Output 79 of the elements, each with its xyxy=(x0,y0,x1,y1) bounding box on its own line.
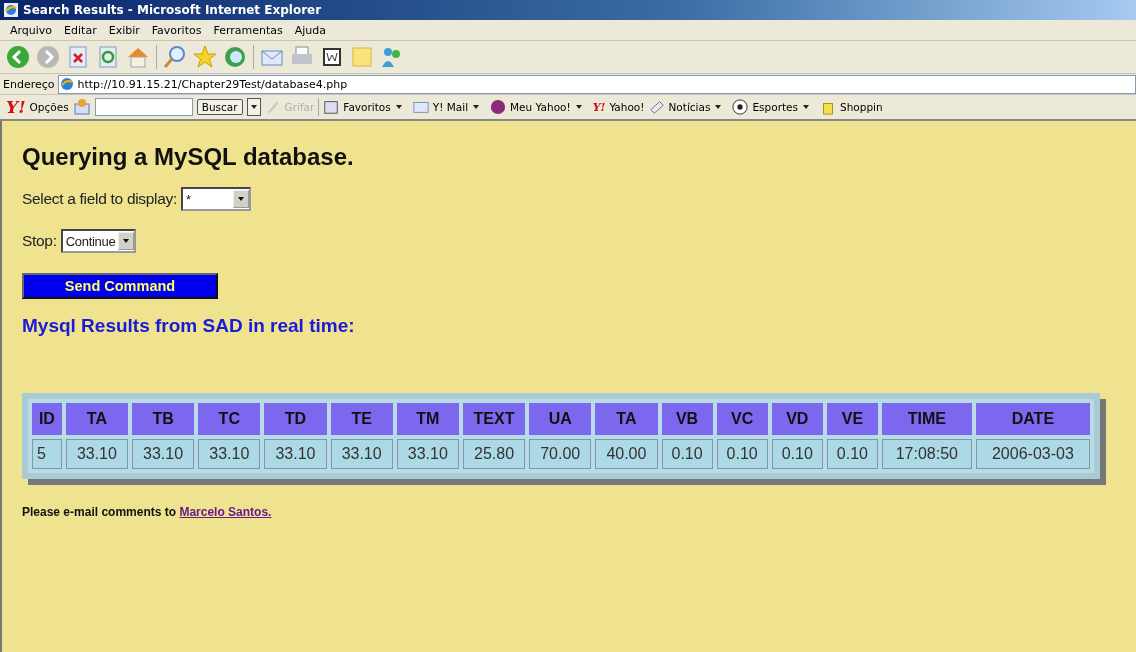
column-header: ID xyxy=(32,403,62,435)
column-header: DATE xyxy=(975,403,1090,435)
document-icon[interactable] xyxy=(320,45,344,69)
stop-icon[interactable] xyxy=(66,45,90,69)
options-button[interactable]: Opções xyxy=(29,101,69,113)
table-cell: 2006-03-03 xyxy=(975,439,1090,469)
column-header: VC xyxy=(716,403,768,435)
table-cell: 0.10 xyxy=(716,439,768,469)
dropdown-button[interactable] xyxy=(246,98,261,116)
table-cell: 33.10 xyxy=(132,439,195,469)
field-select[interactable]: * xyxy=(181,187,252,211)
column-header: VD xyxy=(771,403,823,435)
column-header: TM xyxy=(396,403,459,435)
caret-icon[interactable] xyxy=(574,103,583,111)
toolbar-link[interactable]: Yahoo! xyxy=(609,101,645,113)
table-cell: 33.10 xyxy=(396,439,459,469)
address-field[interactable]: http://10.91.15.21/Chapter29Test/database4.php xyxy=(57,74,1136,94)
table-cell: 70.00 xyxy=(529,439,592,469)
column-header: TC xyxy=(198,403,261,435)
browser-icon xyxy=(3,2,19,18)
column-header: TD xyxy=(264,403,327,435)
menu-item[interactable]: Exibir xyxy=(102,23,146,37)
stop-select[interactable]: Continue xyxy=(60,229,137,253)
column-header: TA xyxy=(65,403,128,435)
stop-label: Stop: xyxy=(22,232,57,250)
caret-icon[interactable] xyxy=(714,103,723,111)
column-header: UA xyxy=(529,403,592,435)
column-header: VB xyxy=(661,403,713,435)
column-header: TEXT xyxy=(462,403,526,435)
star-icon[interactable] xyxy=(193,45,217,69)
menu-item[interactable]: Arquivo xyxy=(4,23,59,37)
caret-icon[interactable] xyxy=(394,103,403,111)
address-label: Endereço xyxy=(3,77,55,91)
table-cell: 5 xyxy=(32,439,62,469)
menu-item[interactable]: Ajuda xyxy=(288,23,333,37)
toolbar-link[interactable]: Notícias xyxy=(668,101,711,113)
toolbar-link[interactable]: Esportes xyxy=(752,101,798,113)
results-heading: Mysql Results from SAD in real time: xyxy=(22,315,356,337)
table-cell: 33.10 xyxy=(198,439,261,469)
footer-text: Please e-mail comments to Marcelo Santos. xyxy=(22,505,273,519)
table-cell: 0.10 xyxy=(826,439,878,469)
caret-icon xyxy=(237,195,246,203)
table-cell: 25.80 xyxy=(462,439,526,469)
page-icon xyxy=(58,76,75,92)
caret-icon xyxy=(249,103,258,111)
search-field[interactable] xyxy=(94,98,193,116)
toolbar-link[interactable]: Y! Mail xyxy=(432,101,469,113)
page-heading: Querying a MySQL database. xyxy=(22,143,355,171)
table-cell: 33.10 xyxy=(330,439,393,469)
menu-item[interactable]: Editar xyxy=(58,23,103,37)
logo[interactable]: Y! xyxy=(6,97,26,117)
field-label: Select a field to display: xyxy=(22,190,178,208)
menu-item[interactable]: Ferramentas xyxy=(207,23,289,37)
window-title: Search Results - Microsoft Internet Explorer xyxy=(23,3,322,17)
email-link[interactable]: Marcelo Santos. xyxy=(179,505,272,519)
logo[interactable]: Y! xyxy=(592,100,606,114)
caret-icon xyxy=(122,237,131,245)
table-cell: 33.10 xyxy=(264,439,327,469)
search-button[interactable]: Buscar xyxy=(196,99,243,115)
toolbar-link[interactable]: Favoritos xyxy=(343,101,391,113)
column-header: TIME xyxy=(881,403,972,435)
home-icon[interactable] xyxy=(126,45,150,69)
ball-icon xyxy=(732,99,749,115)
column-header: VE xyxy=(826,403,878,435)
toolbar-link[interactable]: Meu Yahoo! xyxy=(510,101,571,113)
table-cell: 0.10 xyxy=(661,439,713,469)
column-header: TE xyxy=(330,403,393,435)
caret-icon[interactable] xyxy=(472,103,481,111)
table-cell: 0.10 xyxy=(771,439,823,469)
table-cell: 17:08:50 xyxy=(881,439,972,469)
search-icon[interactable] xyxy=(163,45,187,69)
column-header: TA xyxy=(595,403,658,435)
table-cell: 40.00 xyxy=(595,439,658,469)
toolbar-link[interactable]: Shoppin xyxy=(840,101,883,113)
table-cell: 33.10 xyxy=(65,439,128,469)
menu-item[interactable]: Favoritos xyxy=(145,23,208,37)
caret-icon[interactable] xyxy=(802,103,810,111)
send-command-button[interactable]: Send Command xyxy=(22,273,218,299)
column-header: TB xyxy=(132,403,195,435)
